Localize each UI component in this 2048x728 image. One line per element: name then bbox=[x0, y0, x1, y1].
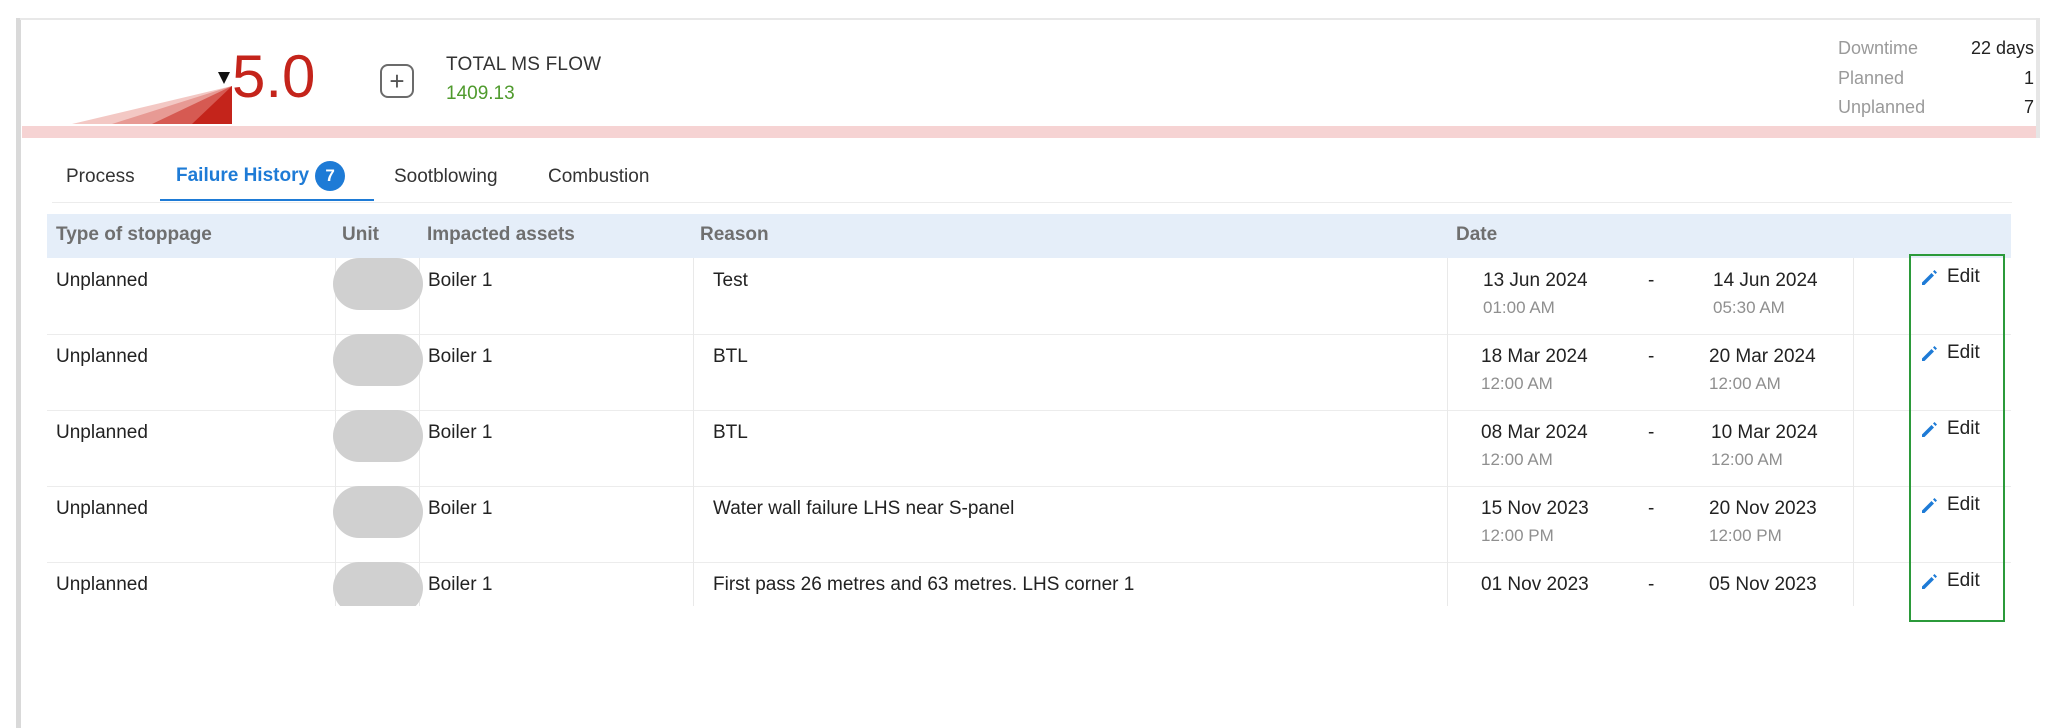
downtime-value: 22 days bbox=[1970, 38, 2034, 58]
unplanned-value: 7 bbox=[2023, 97, 2034, 117]
tab-label: Failure History bbox=[176, 164, 310, 186]
start-date-value: 13 Jun 2024 bbox=[1483, 270, 1588, 291]
plus-icon: + bbox=[389, 66, 405, 96]
end-time-value: 12:00 AM bbox=[1711, 450, 1783, 469]
start-time-value: 12:00 AM bbox=[1481, 374, 1553, 393]
reason-text: First pass 26 metres and 63 metres. LHS … bbox=[713, 574, 1135, 595]
left-border bbox=[16, 18, 21, 728]
planned-label: Planned bbox=[1838, 68, 1905, 88]
edit-column-highlight bbox=[1909, 254, 2005, 622]
stoppage-type: Unplanned bbox=[56, 346, 148, 367]
start-date: 01 Nov 2023 bbox=[1481, 574, 1589, 596]
tab-label: Combustion bbox=[548, 165, 650, 187]
start-time-value: 12:00 AM bbox=[1481, 450, 1553, 469]
reason-text: BTL bbox=[713, 346, 748, 367]
stoppage-type: Unplanned bbox=[56, 498, 148, 519]
header-type-of-stoppage[interactable]: Type of stoppage bbox=[56, 224, 212, 246]
start-date-value: 01 Nov 2023 bbox=[1481, 574, 1589, 595]
start-time-value: 01:00 AM bbox=[1483, 298, 1555, 317]
table-row: Unplanned Boiler 1 Water wall failure LH… bbox=[47, 486, 2011, 563]
date-separator: - bbox=[1648, 574, 1655, 595]
add-button[interactable]: + bbox=[380, 64, 414, 98]
failure-history-table: Type of stoppage Unit Impacted assets Re… bbox=[47, 214, 2011, 606]
table-row: Unplanned Boiler 1 Test 13 Jun 2024 01:0… bbox=[47, 258, 2011, 335]
date-separator: - bbox=[1648, 270, 1655, 291]
start-date-value: 08 Mar 2024 bbox=[1481, 422, 1588, 443]
end-date-value: 10 Mar 2024 bbox=[1711, 422, 1818, 443]
end-time-value: 05:30 AM bbox=[1713, 298, 1785, 317]
end-date: 10 Mar 2024 12:00 AM bbox=[1711, 422, 1818, 470]
stoppage-type: Unplanned bbox=[56, 270, 148, 291]
end-date-value: 14 Jun 2024 bbox=[1713, 270, 1818, 291]
page: 5.0 + TOTAL MS FLOW 1409.13 Downtime 22 … bbox=[0, 0, 2048, 728]
tab-failure-history[interactable]: Failure History 7 bbox=[160, 152, 374, 201]
gauge-marker-icon bbox=[218, 72, 230, 84]
stoppage-type: Unplanned bbox=[56, 574, 148, 595]
tab-combustion[interactable]: Combustion bbox=[548, 152, 649, 201]
header-date[interactable]: Date bbox=[1456, 224, 1497, 246]
unit-avatar bbox=[333, 562, 423, 606]
tab-process[interactable]: Process bbox=[66, 152, 135, 201]
reason-text: BTL bbox=[713, 422, 748, 443]
end-date-value: 20 Nov 2023 bbox=[1709, 498, 1817, 519]
planned-value: 1 bbox=[2023, 68, 2034, 88]
end-date: 20 Mar 2024 12:00 AM bbox=[1709, 346, 1816, 394]
end-date: 14 Jun 2024 05:30 AM bbox=[1713, 270, 1818, 318]
header-reason[interactable]: Reason bbox=[700, 224, 769, 246]
impacted-asset: Boiler 1 bbox=[428, 574, 493, 595]
tab-label: Process bbox=[66, 165, 135, 187]
tab-bar: Process Failure History 7 Sootblowing Co… bbox=[52, 152, 2012, 203]
header-unit[interactable]: Unit bbox=[342, 224, 379, 246]
end-time-value: 12:00 PM bbox=[1709, 526, 1782, 545]
end-date-value: 05 Nov 2023 bbox=[1709, 574, 1817, 595]
header-impacted-assets[interactable]: Impacted assets bbox=[427, 224, 575, 246]
start-date: 18 Mar 2024 12:00 AM bbox=[1481, 346, 1588, 394]
date-separator: - bbox=[1648, 422, 1655, 443]
table-row: Unplanned Boiler 1 First pass 26 metres … bbox=[47, 562, 2011, 606]
right-border bbox=[2036, 18, 2040, 138]
reason-text: Test bbox=[713, 270, 748, 291]
impacted-asset: Boiler 1 bbox=[428, 270, 493, 291]
impacted-asset: Boiler 1 bbox=[428, 498, 493, 519]
unit-avatar bbox=[333, 334, 423, 386]
downtime-label: Downtime bbox=[1838, 38, 1919, 58]
date-separator: - bbox=[1648, 498, 1655, 519]
total-ms-flow-title: TOTAL MS FLOW bbox=[446, 54, 602, 75]
start-date: 08 Mar 2024 12:00 AM bbox=[1481, 422, 1588, 470]
summary-header: 5.0 + TOTAL MS FLOW 1409.13 Downtime 22 … bbox=[22, 20, 2036, 138]
table-row: Unplanned Boiler 1 BTL 08 Mar 2024 12:00… bbox=[47, 410, 2011, 487]
end-time-value: 12:00 AM bbox=[1709, 374, 1781, 393]
failure-count-badge: 7 bbox=[315, 160, 346, 191]
reason-text: Water wall failure LHS near S-panel bbox=[713, 498, 1015, 519]
unit-avatar bbox=[333, 258, 423, 310]
end-date-value: 20 Mar 2024 bbox=[1709, 346, 1816, 367]
table-header: Type of stoppage Unit Impacted assets Re… bbox=[47, 214, 2011, 258]
tab-sootblowing[interactable]: Sootblowing bbox=[394, 152, 498, 201]
start-date-value: 15 Nov 2023 bbox=[1481, 498, 1589, 519]
unplanned-label: Unplanned bbox=[1838, 97, 1926, 117]
start-date: 13 Jun 2024 01:00 AM bbox=[1483, 270, 1588, 318]
unit-avatar bbox=[333, 410, 423, 462]
gauge-value: 5.0 bbox=[232, 43, 316, 110]
date-separator: - bbox=[1648, 346, 1655, 367]
end-date: 20 Nov 2023 12:00 PM bbox=[1709, 498, 1817, 546]
start-time-value: 12:00 PM bbox=[1481, 526, 1554, 545]
impacted-asset: Boiler 1 bbox=[428, 346, 493, 367]
end-date: 05 Nov 2023 bbox=[1709, 574, 1817, 596]
start-date: 15 Nov 2023 12:00 PM bbox=[1481, 498, 1589, 546]
table-row: Unplanned Boiler 1 BTL 18 Mar 2024 12:00… bbox=[47, 334, 2011, 411]
gauge-icon bbox=[72, 72, 232, 124]
stoppage-type: Unplanned bbox=[56, 422, 148, 443]
total-ms-flow-value: 1409.13 bbox=[446, 83, 515, 104]
impacted-asset: Boiler 1 bbox=[428, 422, 493, 443]
start-date-value: 18 Mar 2024 bbox=[1481, 346, 1588, 367]
unit-avatar bbox=[333, 486, 423, 538]
tab-label: Sootblowing bbox=[394, 165, 498, 187]
